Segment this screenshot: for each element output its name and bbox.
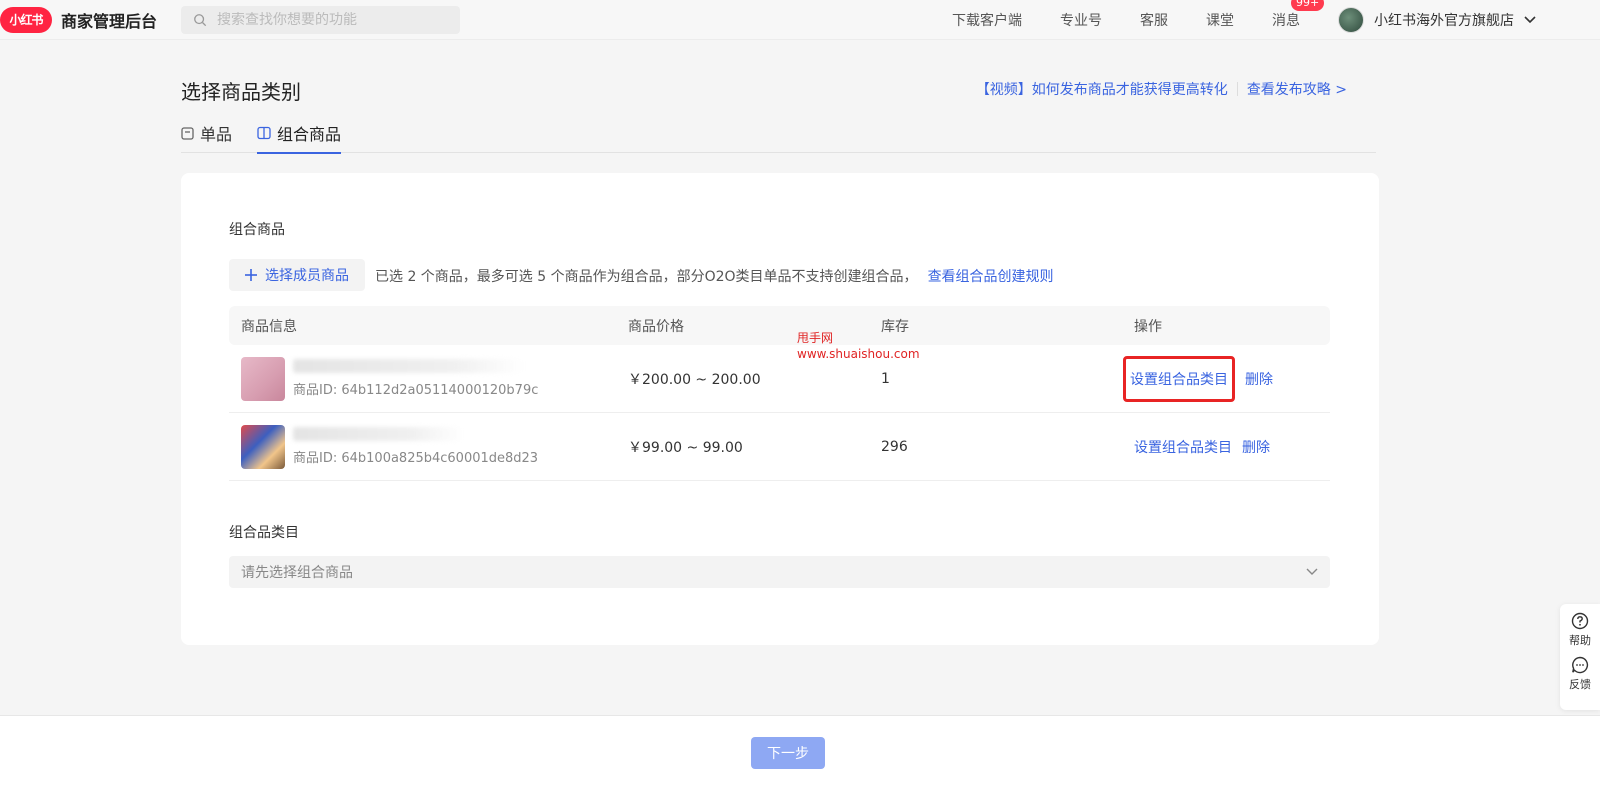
search-box[interactable] [181,5,461,34]
divider [1236,82,1238,96]
product-info-text: 商品ID: 64b112d2a05114000120b79c [293,359,538,398]
combo-section-title: 组合商品 [229,222,285,238]
product-name-redacted [293,359,523,373]
table-header: 商品信息 商品价格 库存 操作 [229,306,1330,345]
floating-help-panel: 帮助 反馈 [1560,604,1600,710]
product-info-text: 商品ID: 64b100a825b4c60001de8d23 [293,427,538,466]
nav-customer-service[interactable]: 客服 [1140,10,1168,30]
nav-pro-account[interactable]: 专业号 [1060,10,1102,30]
header-links: 【视频】如何发布商品才能获得更高转化 查看发布攻略 > [976,79,1347,99]
row-actions: 设置组合品类目 删除 [1134,437,1330,457]
watermark-line1: 甩手网 [797,331,834,345]
product-stock: 1 [881,370,890,387]
column-header-info: 商品信息 [241,318,297,335]
product-type-tabs: 单品 组合商品 [181,113,1376,154]
product-info: 商品ID: 64b100a825b4c60001de8d23 [229,424,628,469]
publish-guide-link[interactable]: 查看发布攻略 > [1247,79,1347,99]
video-guide-link[interactable]: 【视频】如何发布商品才能获得更高转化 [976,79,1228,99]
nav-messages-label: 消息 [1272,13,1300,29]
logo[interactable]: 小红书 [0,6,52,33]
bottom-bar: 下一步 [0,715,1600,785]
search-icon [194,13,207,26]
selection-hint: 已选 2 个商品，最多可选 5 个商品作为组合品，部分O2O类目单品不支持创建组… [375,266,1054,286]
delete-button[interactable]: 删除 [1242,437,1270,457]
product-stock: 296 [881,438,908,455]
avatar[interactable] [1338,7,1364,33]
table-row: 商品ID: 64b112d2a05114000120b79c ￥200.00 ~… [229,345,1330,413]
product-id: 商品ID: 64b100a825b4c60001de8d23 [293,451,539,466]
delete-button[interactable]: 删除 [1245,369,1273,389]
help-button[interactable]: 帮助 [1569,612,1591,648]
set-combo-category-button[interactable]: 设置组合品类目 [1123,355,1235,402]
combo-rules-link[interactable]: 查看组合品创建规则 [928,269,1054,285]
help-icon [1571,612,1589,630]
help-label: 帮助 [1569,634,1591,647]
watermark: 甩手网 www.shuaishou.com [797,330,920,362]
combo-products-table: 商品信息 商品价格 库存 操作 商品ID: 64b112d2a051140001… [229,306,1330,481]
feedback-button[interactable]: 反馈 [1569,656,1591,692]
product-info: 商品ID: 64b112d2a05114000120b79c [229,356,628,401]
tab-single-product[interactable]: 单品 [181,113,232,153]
combo-card: 组合商品 选择成员商品 已选 2 个商品，最多可选 5 个商品作为组合品，部分O… [181,173,1379,645]
product-thumbnail [241,424,285,469]
chevron-down-icon[interactable] [1524,16,1536,24]
brand-title: 商家管理后台 [61,11,158,31]
row-actions: 设置组合品类目 删除 [1123,355,1330,402]
combo-icon [257,126,271,140]
choose-member-products-button[interactable]: 选择成员商品 [229,259,365,291]
product-thumbnail [241,356,285,401]
watermark-line2: www.shuaishou.com [797,347,920,361]
chevron-down-icon [1306,568,1318,575]
page-title: 选择商品类别 [181,80,301,104]
plus-icon [245,269,257,281]
top-bar: 小红书 商家管理后台 下载客户端 专业号 客服 课堂 消息 99+ 小红书海外官… [0,0,1600,40]
next-step-button[interactable]: 下一步 [751,737,825,769]
set-combo-category-button[interactable]: 设置组合品类目 [1134,437,1232,457]
product-name-redacted [293,427,463,441]
top-nav: 下载客户端 专业号 客服 课堂 消息 99+ 小红书海外官方旗舰店 [952,0,1600,40]
message-count-badge: 99+ [1291,0,1325,11]
feedback-label: 反馈 [1569,678,1591,691]
combo-category-select[interactable]: 请先选择组合商品 [229,556,1330,588]
choose-member-products-label: 选择成员商品 [265,268,349,284]
selection-hint-text: 已选 2 个商品，最多可选 5 个商品作为组合品，部分O2O类目单品不支持创建组… [375,269,918,285]
store-name[interactable]: 小红书海外官方旗舰店 [1374,10,1514,30]
feedback-icon [1572,656,1589,674]
search-input[interactable] [217,11,448,28]
tab-combo-product[interactable]: 组合商品 [257,113,342,154]
nav-download-client[interactable]: 下载客户端 [952,10,1022,30]
tab-single-product-label: 单品 [200,125,233,144]
category-section-title: 组合品类目 [229,525,299,541]
product-id: 商品ID: 64b112d2a05114000120b79c [293,383,539,398]
combo-category-placeholder: 请先选择组合商品 [241,565,353,581]
column-header-actions: 操作 [1134,318,1162,335]
product-price: ￥99.00 ~ 99.00 [628,439,743,456]
product-price: ￥200.00 ~ 200.00 [628,371,761,388]
nav-messages[interactable]: 消息 99+ [1272,0,1325,30]
nav-classroom[interactable]: 课堂 [1206,10,1234,30]
table-row: 商品ID: 64b100a825b4c60001de8d23 ￥99.00 ~ … [229,413,1330,481]
bag-icon [181,127,194,140]
tab-combo-product-label: 组合商品 [277,125,342,144]
